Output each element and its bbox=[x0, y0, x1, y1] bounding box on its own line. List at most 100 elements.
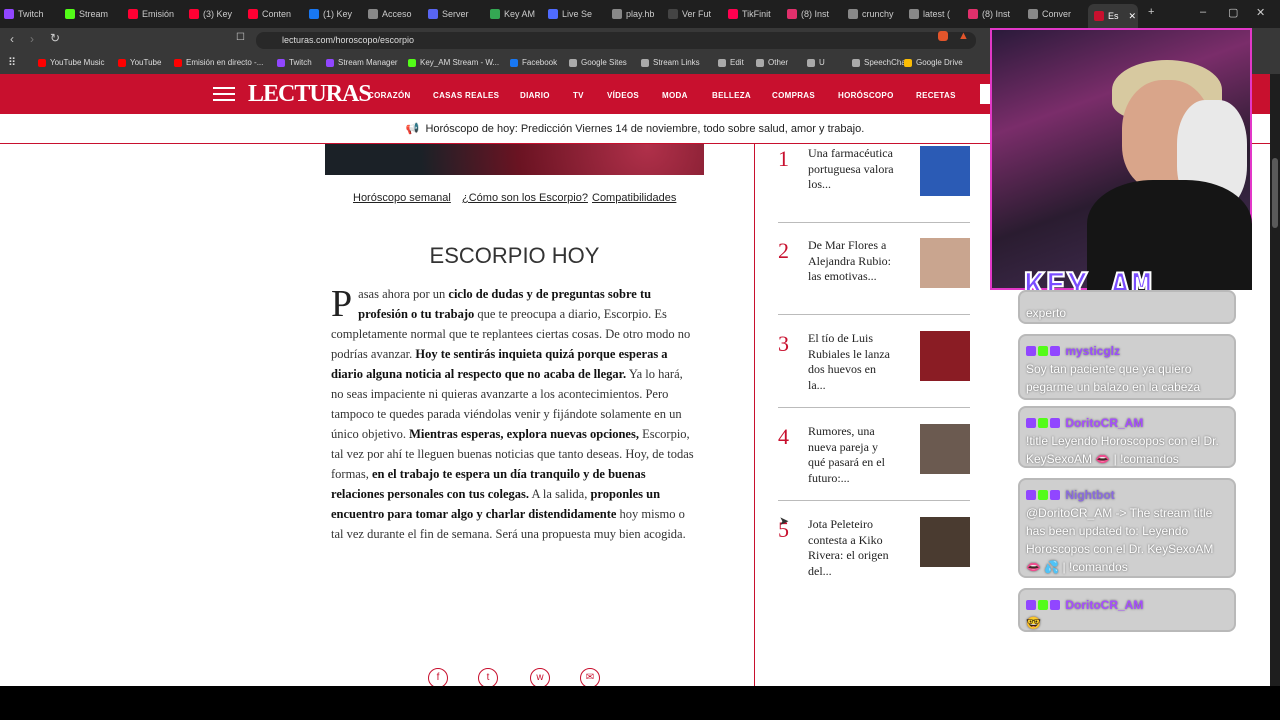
menu-icon[interactable] bbox=[213, 87, 235, 101]
twitter-share-icon[interactable]: t bbox=[478, 668, 498, 686]
chat-message: Nightbot @DoritoCR_AM -> The stream title… bbox=[1018, 478, 1236, 578]
bookmark-icon[interactable]: ☐ bbox=[236, 32, 245, 43]
browser-tab[interactable]: Ver Fut bbox=[668, 4, 724, 24]
brave-rewards-icon[interactable]: ▲ bbox=[958, 30, 969, 42]
browser-tab[interactable]: Emisión bbox=[128, 4, 184, 24]
bookmark-item[interactable]: YouTube Music bbox=[38, 58, 105, 67]
nav-link[interactable]: CORAZÓN bbox=[368, 91, 411, 100]
browser-tab[interactable]: play.hb bbox=[612, 4, 668, 24]
ranking-item[interactable]: 3 El tío de Luis Rubiales le lanza dos hu… bbox=[778, 331, 970, 411]
brave-shield-icon[interactable] bbox=[938, 31, 948, 41]
ranking-item[interactable]: 1 Una farmacéutica portuguesa valora los.… bbox=[778, 146, 970, 226]
browser-tab[interactable]: TikFinit bbox=[728, 4, 784, 24]
browser-tab[interactable]: (8) Inst bbox=[968, 4, 1024, 24]
bookmark-item[interactable]: YouTube bbox=[118, 58, 161, 67]
browser-tab[interactable]: Twitch bbox=[4, 4, 60, 24]
page-title: ESCORPIO HOY bbox=[429, 243, 600, 268]
browser-tab[interactable]: Key AM bbox=[490, 4, 546, 24]
tab-favicon-icon bbox=[968, 9, 978, 19]
ranking-title[interactable]: El tío de Luis Rubiales le lanza dos hue… bbox=[808, 331, 894, 393]
browser-tab[interactable]: Live Se bbox=[548, 4, 604, 24]
minimize-icon[interactable]: – bbox=[1200, 6, 1206, 18]
bookmark-favicon-icon bbox=[904, 58, 912, 67]
apps-grid-icon[interactable]: ⠿ bbox=[8, 56, 16, 69]
browser-tab[interactable]: Acceso bbox=[368, 4, 424, 24]
browser-tab[interactable]: crunchy bbox=[848, 4, 904, 24]
ranking-title[interactable]: De Mar Flores a Alejandra Rubio: las emo… bbox=[808, 238, 894, 285]
site-logo[interactable]: LECTURAS bbox=[248, 81, 372, 108]
browser-tab[interactable]: Stream bbox=[65, 4, 121, 24]
ranking-item[interactable]: 2 De Mar Flores a Alejandra Rubio: las em… bbox=[778, 238, 970, 318]
link-compatibilidades[interactable]: Compatibilidades bbox=[592, 192, 676, 204]
chat-username[interactable]: Nightbot bbox=[1062, 488, 1114, 502]
nav-link[interactable]: CASAS REALES bbox=[433, 91, 499, 100]
tab-title: Ver Fut bbox=[682, 9, 712, 19]
ranking-thumbnail[interactable] bbox=[920, 331, 970, 381]
bookmark-item[interactable]: Stream Manager bbox=[326, 58, 398, 67]
ranking-title[interactable]: Una farmacéutica portuguesa valora los..… bbox=[808, 146, 894, 193]
browser-tab[interactable]: Conver bbox=[1028, 4, 1084, 24]
chat-username[interactable]: DoritoCR_AM bbox=[1062, 598, 1143, 612]
bookmark-item[interactable]: Twitch bbox=[277, 58, 312, 67]
chat-badge-icon bbox=[1026, 600, 1036, 610]
bookmark-item[interactable]: Stream Links bbox=[641, 58, 700, 67]
email-share-icon[interactable]: ✉ bbox=[580, 668, 600, 686]
link-como-son-escorpio[interactable]: ¿Cómo son los Escorpio? bbox=[462, 192, 588, 204]
page-scrollbar[interactable] bbox=[1270, 74, 1280, 686]
browser-tab[interactable]: Conten bbox=[248, 4, 304, 24]
nav-link[interactable]: VÍDEOS bbox=[607, 91, 639, 100]
browser-tab[interactable]: (1) Key bbox=[309, 4, 365, 24]
ranking-thumbnail[interactable] bbox=[920, 517, 970, 567]
bookmark-label: Google Sites bbox=[581, 58, 627, 67]
scrollbar-thumb[interactable] bbox=[1272, 158, 1278, 228]
ranking-thumbnail[interactable] bbox=[920, 146, 970, 196]
bookmark-item[interactable]: Key_AM Stream - W... bbox=[408, 58, 499, 67]
facebook-share-icon[interactable]: f bbox=[428, 668, 448, 686]
ranking-item[interactable]: 5 Jota Peleteiro contesta a Kiko Rivera: … bbox=[778, 517, 970, 597]
forward-icon[interactable]: › bbox=[30, 32, 34, 46]
url-field[interactable]: lecturas.com/horoscopo/escorpio bbox=[256, 32, 976, 49]
reload-icon[interactable]: ↻ bbox=[50, 31, 60, 45]
bookmark-item[interactable]: Google Drive bbox=[904, 58, 963, 67]
ranking-thumbnail[interactable] bbox=[920, 424, 970, 474]
ranking-title[interactable]: Jota Peleteiro contesta a Kiko Rivera: e… bbox=[808, 517, 894, 579]
bookmark-item[interactable]: Google Sites bbox=[569, 58, 627, 67]
nav-link[interactable]: COMPRAS bbox=[772, 91, 815, 100]
new-tab-icon[interactable]: + bbox=[1148, 6, 1154, 18]
link-horoscopo-semanal[interactable]: Horóscopo semanal bbox=[353, 192, 451, 204]
bookmark-item[interactable]: Other bbox=[756, 58, 788, 67]
browser-tab[interactable]: (3) Key bbox=[189, 4, 245, 24]
tab-title: Server bbox=[442, 9, 469, 19]
browser-tab[interactable]: Server bbox=[428, 4, 484, 24]
nav-link[interactable]: HORÓSCOPO bbox=[838, 91, 894, 100]
tab-favicon-icon bbox=[548, 9, 558, 19]
maximize-icon[interactable]: ▢ bbox=[1228, 6, 1238, 19]
nav-link[interactable]: TV bbox=[573, 91, 584, 100]
tab-favicon-icon bbox=[728, 9, 738, 19]
browser-tab[interactable]: (8) Inst bbox=[787, 4, 843, 24]
nav-link[interactable]: DIARIO bbox=[520, 91, 550, 100]
chat-header: DoritoCR_AM bbox=[1026, 414, 1228, 432]
nav-link[interactable]: RECETAS bbox=[916, 91, 956, 100]
chat-username[interactable]: mysticglz bbox=[1062, 344, 1120, 358]
bookmark-item[interactable]: U bbox=[807, 58, 825, 67]
ranking-thumbnail[interactable] bbox=[920, 238, 970, 288]
bookmark-item[interactable]: SpeechChat bbox=[852, 58, 908, 67]
back-icon[interactable]: ‹ bbox=[10, 32, 14, 46]
ranking-item[interactable]: 4 Rumores, una nueva pareja y qué pasará … bbox=[778, 424, 970, 504]
bookmark-item[interactable]: Edit bbox=[718, 58, 744, 67]
tab-close-icon[interactable]: ✕ bbox=[1129, 11, 1137, 22]
nav-link[interactable]: BELLEZA bbox=[712, 91, 751, 100]
browser-tab[interactable]: Es ✕ bbox=[1088, 4, 1138, 28]
nav-link[interactable]: MODA bbox=[662, 91, 688, 100]
ranking-separator bbox=[778, 222, 970, 223]
chat-username[interactable]: DoritoCR_AM bbox=[1062, 416, 1143, 430]
browser-tab[interactable]: latest ( bbox=[909, 4, 965, 24]
bookmark-item[interactable]: Facebook bbox=[510, 58, 557, 67]
close-window-icon[interactable]: ✕ bbox=[1256, 6, 1265, 19]
tab-title: (8) Inst bbox=[801, 9, 830, 19]
ranking-title[interactable]: Rumores, una nueva pareja y qué pasará e… bbox=[808, 424, 894, 486]
whatsapp-share-icon[interactable]: w bbox=[530, 668, 550, 686]
ranking-separator bbox=[778, 407, 970, 408]
bookmark-item[interactable]: Emisión en directo -... bbox=[174, 58, 263, 67]
